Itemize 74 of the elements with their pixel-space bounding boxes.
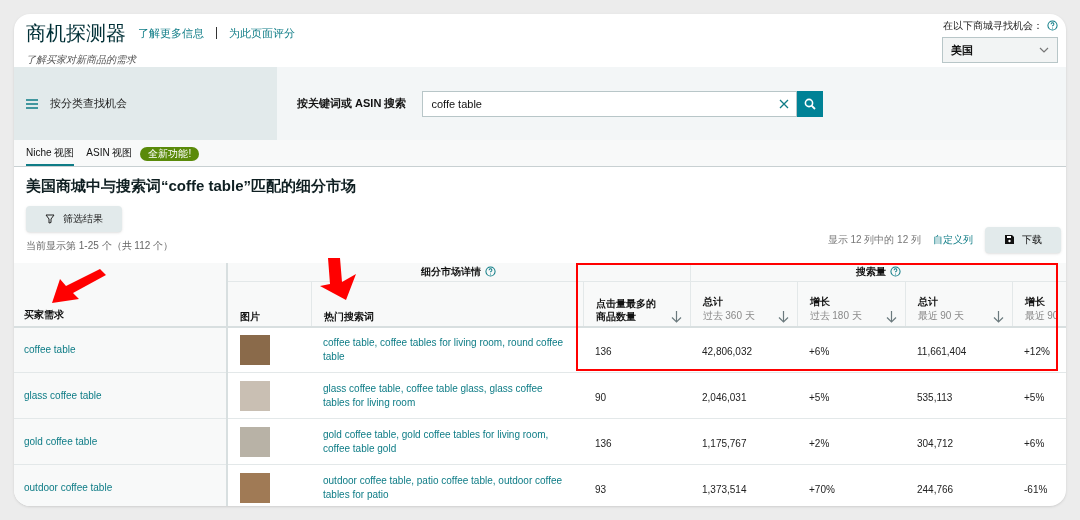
table-cell: 42,806,032 <box>702 345 753 357</box>
column-header: 图片 <box>240 309 260 323</box>
page-subtitle: 了解买家对新商品的需求 <box>26 53 138 67</box>
column-group-header: 搜索量 <box>855 265 886 280</box>
table-cell: 1,175,767 <box>702 437 747 449</box>
table-cell: 1,373,514 <box>702 483 747 495</box>
filter-icon <box>45 213 55 224</box>
table-cell: 136 <box>595 345 612 357</box>
new-feature-badge: 全新功能! <box>140 147 200 161</box>
search-label: 按关键词或 ASIN 搜索 <box>297 96 407 112</box>
clear-icon[interactable] <box>779 98 790 109</box>
table-cell: 11,661,404 <box>917 345 967 357</box>
help-icon[interactable] <box>1047 20 1058 31</box>
filter-button[interactable]: 筛选结果 <box>26 205 122 232</box>
help-icon[interactable] <box>485 266 497 278</box>
page-title: 商机探测器 <box>26 21 126 46</box>
search-icon <box>804 97 817 110</box>
sort-arrow-icon[interactable] <box>777 309 789 323</box>
table-cell: 90 <box>595 391 607 403</box>
learn-more-link[interactable]: 了解更多信息 <box>138 24 204 42</box>
search-terms[interactable]: gold coffee table, gold coffee tables for living room, coffee table gold <box>323 427 571 456</box>
table-cell: +5% <box>809 391 830 403</box>
search-terms[interactable]: outdoor coffee table, patio coffee table, outdoor coffee tables for patio <box>323 473 571 502</box>
rate-page-link[interactable]: 为此页面评分 <box>229 24 295 42</box>
table-cell: +2% <box>809 437 830 449</box>
table-cell: 304,712 <box>917 437 954 449</box>
menu-icon <box>26 98 38 109</box>
customize-columns-link[interactable]: 自定义列 <box>933 232 973 247</box>
column-subtitle: 过去 180 天 <box>809 308 862 323</box>
photo-placeholder <box>240 334 270 365</box>
table-cell: 535,113 <box>917 391 953 403</box>
sort-arrow-icon[interactable] <box>885 309 897 323</box>
table-cell: +70% <box>809 483 835 495</box>
column-header: 点击量最多的商品数量 <box>595 296 657 323</box>
column-header: 买家需求 <box>24 307 64 322</box>
browse-categories-button[interactable]: 按分类查找机会 <box>14 67 277 140</box>
table-cell: +6% <box>1024 437 1045 449</box>
table-cell: -61% <box>1024 483 1048 495</box>
view-tab[interactable]: Niche 视图 <box>26 145 75 166</box>
sort-arrow-icon[interactable] <box>992 309 1004 323</box>
column-header: 总计 <box>702 294 724 308</box>
search-terms[interactable]: coffee table, coffee tables for living room, round coffee table <box>323 335 571 364</box>
chevron-down-icon <box>1039 47 1049 53</box>
column-header: 热门搜索词 <box>323 309 374 323</box>
sort-arrow-icon[interactable] <box>670 309 682 323</box>
view-tab[interactable]: ASIN 视图 <box>86 145 133 166</box>
column-header: 增长 <box>1024 294 1046 308</box>
table-cell: +5% <box>1024 391 1045 403</box>
download-button[interactable]: 下载 <box>985 226 1061 253</box>
column-subtitle: 最近 90 天 <box>917 308 965 323</box>
table-cell: 136 <box>595 437 612 449</box>
column-group-header: 细分市场详情 <box>421 265 482 280</box>
search-button[interactable] <box>797 90 824 117</box>
arrow-icon <box>52 269 106 305</box>
column-header: 总计 <box>917 294 939 308</box>
table-cell: +12% <box>1024 345 1050 357</box>
marketplace-dropdown[interactable]: 美国 <box>942 37 1058 63</box>
table-cell: +6% <box>809 345 830 357</box>
save-icon <box>1004 235 1014 244</box>
table-cell: 244,766 <box>917 483 954 495</box>
photo-placeholder <box>240 380 270 411</box>
photo-placeholder <box>240 426 270 457</box>
column-subtitle: 过去 360 天 <box>702 308 755 323</box>
search-terms[interactable]: glass coffee table, coffee table glass, glass coffee tables for living room <box>323 381 571 410</box>
table-cell: 93 <box>595 483 607 495</box>
photo-placeholder <box>240 472 270 503</box>
results-heading: 美国商城中与搜索词“coffe table”匹配的细分市场 <box>26 176 357 196</box>
help-icon[interactable] <box>889 266 901 278</box>
result-count: 当前显示第 1-25 个（共 112 个） <box>26 238 174 253</box>
marketplace-label: 在以下商城寻找机会： <box>943 19 1043 33</box>
search-field[interactable]: coffe table <box>422 90 798 117</box>
table-cell: 2,046,031 <box>702 391 747 403</box>
column-header: 增长 <box>809 294 831 308</box>
columns-info: 显示 12 列中的 12 列 <box>827 233 921 247</box>
